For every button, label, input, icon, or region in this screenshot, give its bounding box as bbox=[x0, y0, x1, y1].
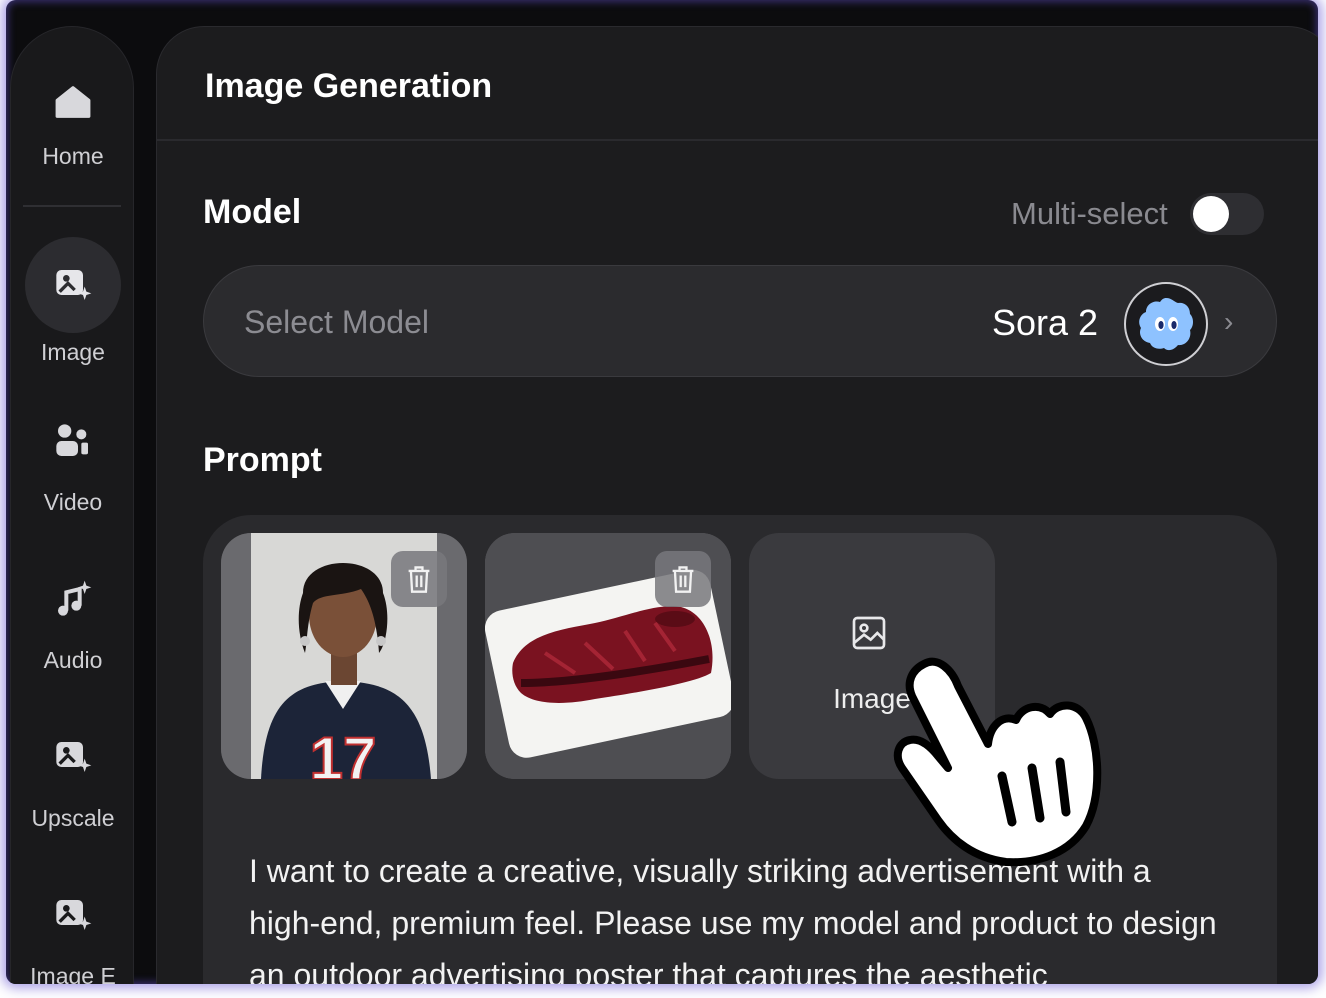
sidebar-item-video[interactable]: Video bbox=[11, 399, 135, 516]
model-avatar bbox=[1124, 282, 1208, 366]
svg-text:17: 17 bbox=[310, 725, 377, 779]
multi-select-label: Multi-select bbox=[1011, 196, 1168, 231]
delete-image-button[interactable] bbox=[391, 551, 447, 607]
prompt-section-label: Prompt bbox=[203, 441, 322, 479]
image-generation-panel: Image Generation Model Multi-select Sele… bbox=[156, 26, 1318, 984]
image-sparkle-icon bbox=[25, 715, 121, 799]
image-sparkle-icon bbox=[25, 237, 121, 333]
sidebar-item-label: Image bbox=[41, 339, 105, 365]
sidebar-item-label: Video bbox=[43, 489, 103, 515]
sora-mascot-icon bbox=[1139, 298, 1193, 351]
sidebar-item-label: Upscale bbox=[31, 805, 115, 831]
sidebar-divider bbox=[23, 205, 121, 207]
model-select-dropdown[interactable]: Select Model Sora 2 › bbox=[203, 265, 1277, 377]
select-model-placeholder: Select Model bbox=[244, 304, 429, 340]
delete-image-button[interactable] bbox=[655, 551, 711, 607]
app-window: Home Image Video Audio Upscale Image E I… bbox=[6, 0, 1318, 984]
image-icon bbox=[852, 616, 886, 650]
sidebar-item-label: Audio bbox=[43, 647, 103, 673]
reference-image-model[interactable]: 17 bbox=[221, 533, 467, 779]
home-icon bbox=[25, 67, 121, 137]
sidebar-item-image-edit[interactable]: Image E bbox=[11, 873, 135, 984]
reference-image-product[interactable] bbox=[485, 533, 731, 779]
selected-model-name: Sora 2 bbox=[992, 302, 1099, 343]
trash-icon bbox=[408, 566, 430, 593]
sidebar-item-label: Home bbox=[42, 143, 104, 169]
page-title: Image Generation bbox=[205, 67, 493, 105]
model-section-label: Model bbox=[203, 193, 302, 231]
music-sparkle-icon bbox=[25, 557, 121, 641]
sidebar-item-image[interactable]: Image bbox=[11, 237, 135, 366]
image-sparkle-icon bbox=[25, 873, 121, 957]
sidebar-item-home[interactable]: Home bbox=[11, 67, 135, 170]
sidebar-item-label: Image E bbox=[30, 963, 116, 984]
sidebar-item-audio[interactable]: Audio bbox=[11, 557, 135, 674]
multi-select-toggle[interactable] bbox=[1189, 193, 1264, 235]
sidebar: Home Image Video Audio Upscale Image E bbox=[10, 26, 134, 984]
prompt-box[interactable]: 17 Image I want to create a creative, vi… bbox=[203, 515, 1277, 984]
header-divider bbox=[157, 139, 1318, 141]
video-people-icon bbox=[25, 399, 121, 483]
sidebar-item-upscale[interactable]: Upscale bbox=[11, 715, 135, 832]
multi-select-control: Multi-select bbox=[1011, 193, 1264, 235]
trash-icon bbox=[672, 566, 694, 593]
toggle-knob bbox=[1192, 196, 1229, 232]
chevron-right-icon: › bbox=[1224, 306, 1234, 337]
pointer-hand-icon bbox=[893, 657, 1102, 866]
